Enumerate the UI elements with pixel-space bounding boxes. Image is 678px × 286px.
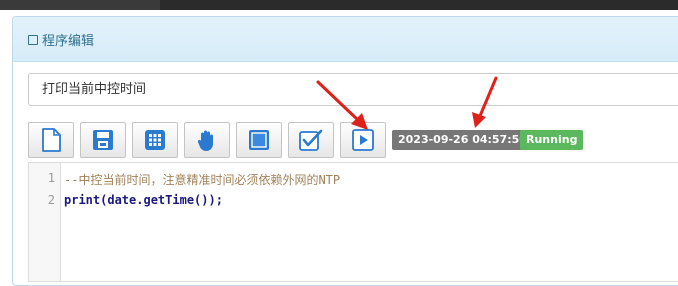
timestamp-badge: 2023-09-26 04:57:50 xyxy=(392,130,533,150)
check-button[interactable] xyxy=(288,122,334,158)
line-number: 2 xyxy=(47,193,55,207)
line-gutter: 1 2 xyxy=(29,163,61,281)
hand-icon xyxy=(197,130,213,151)
grid-button[interactable] xyxy=(132,122,178,158)
new-file-icon xyxy=(42,128,61,152)
line-number: 1 xyxy=(47,171,55,185)
panel-header: 程序编辑 xyxy=(13,17,678,62)
code-line[interactable]: print(date.getTime()); xyxy=(64,193,223,207)
program-name-input[interactable]: 打印当前中控时间 xyxy=(28,73,678,106)
panel-title: 程序编辑 xyxy=(28,30,94,49)
square-icon xyxy=(28,34,38,45)
status-badge: Running xyxy=(520,130,584,150)
top-bar xyxy=(0,0,678,10)
new-file-button[interactable] xyxy=(28,122,74,158)
stop-button[interactable] xyxy=(236,122,282,158)
grid-icon xyxy=(145,130,165,150)
hand-button[interactable] xyxy=(184,122,230,158)
stop-icon xyxy=(249,130,269,150)
save-icon xyxy=(93,130,113,150)
toolbar xyxy=(28,122,386,158)
top-bar-left xyxy=(0,0,160,10)
code-line[interactable]: --中控当前时间，注意精准时间必须依赖外网的NTP xyxy=(64,171,340,188)
code-editor[interactable]: 1 2 --中控当前时间，注意精准时间必须依赖外网的NTP print(date… xyxy=(28,162,678,282)
panel-title-label: 程序编辑 xyxy=(42,34,95,49)
save-button[interactable] xyxy=(80,122,126,158)
check-icon xyxy=(299,129,323,151)
play-icon xyxy=(352,129,374,151)
run-button[interactable] xyxy=(340,122,386,158)
app-frame: 程序编辑 打印当前中控时间 2023-09-26 04:57:50 Runnin… xyxy=(0,0,678,286)
